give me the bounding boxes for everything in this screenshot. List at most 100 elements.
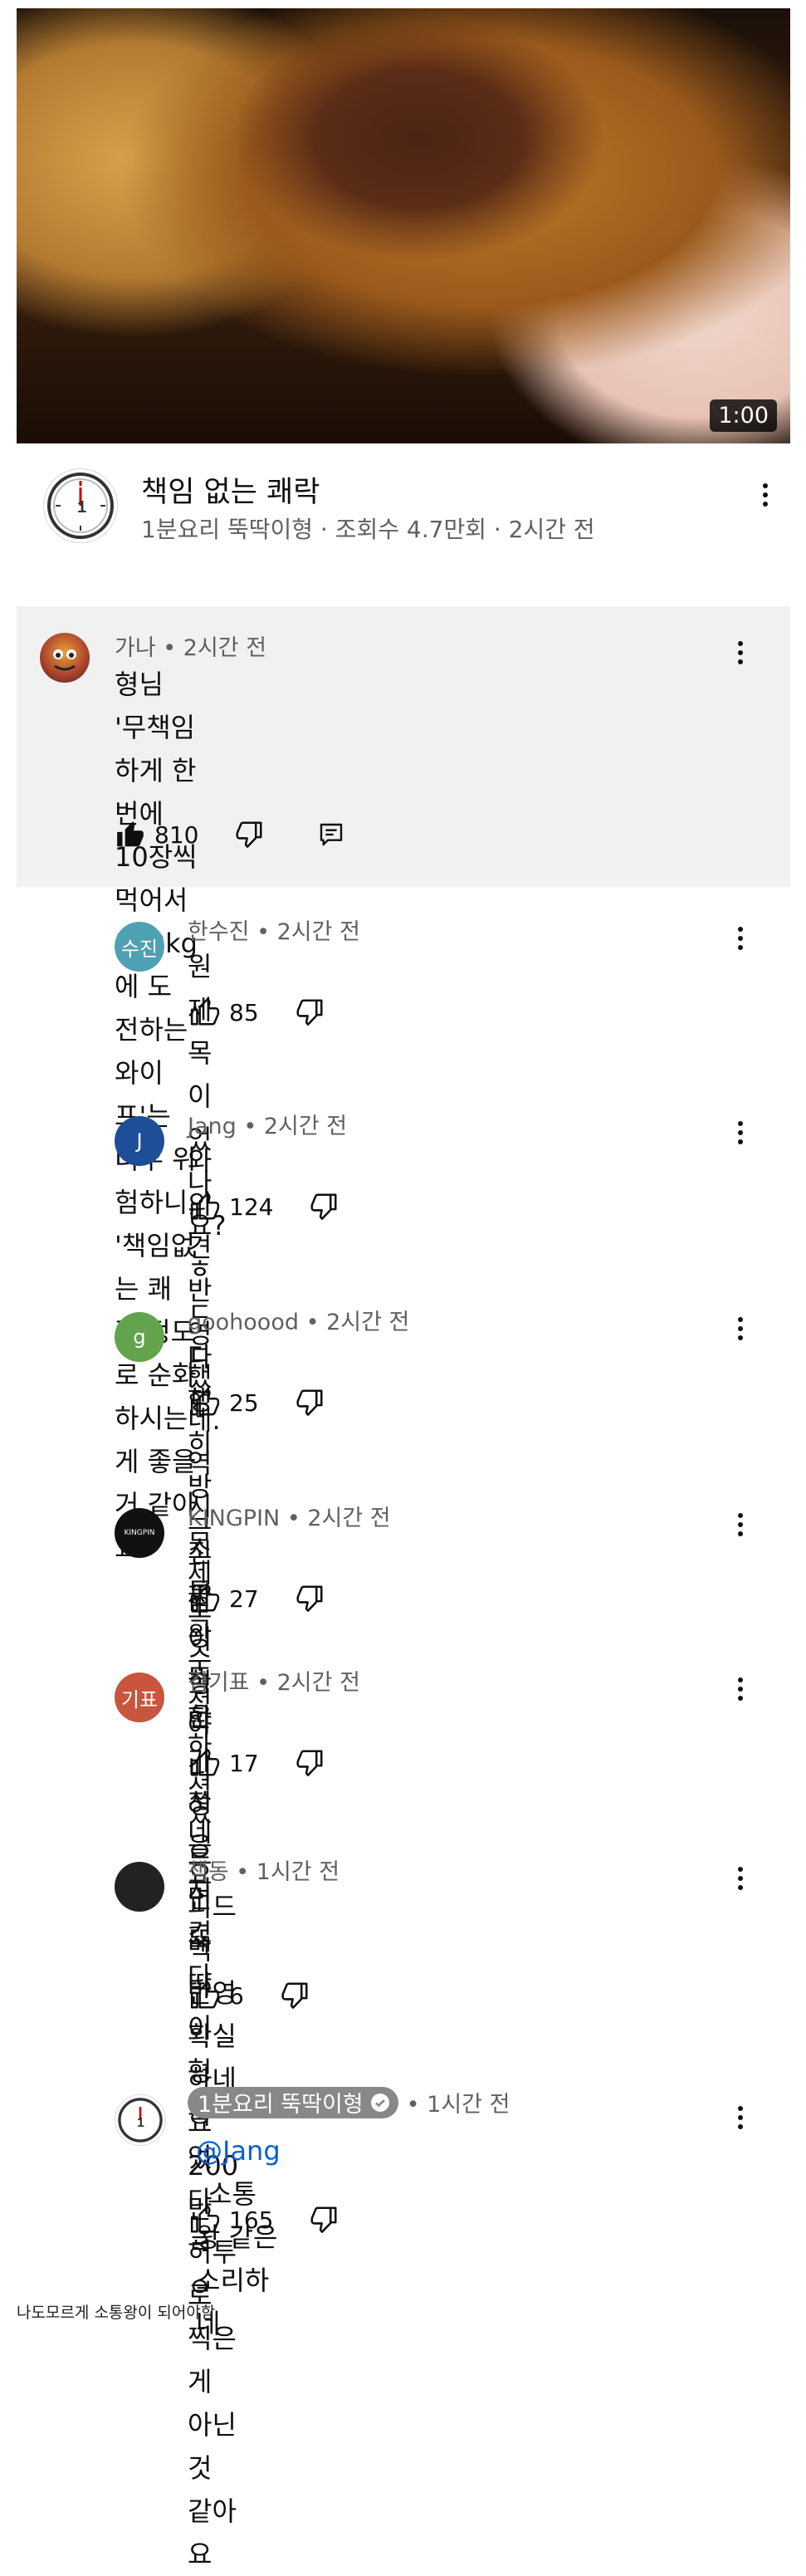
comment-more-button[interactable] — [724, 1116, 757, 1149]
like-button[interactable]: 85 — [189, 997, 259, 1028]
thumb-down-icon — [296, 1750, 323, 1776]
video-title[interactable]: 책임 없는 쾌락 — [141, 468, 320, 511]
comment-actions: 810 — [115, 819, 344, 850]
avatar-initials: KINGPIN — [124, 1529, 155, 1537]
dislike-button[interactable] — [294, 997, 325, 1028]
thumb-up-icon — [190, 1388, 220, 1416]
like-count: 165 — [229, 2206, 274, 2234]
comment-more-button[interactable] — [724, 1312, 757, 1345]
like-button[interactable]: 124 — [189, 1191, 273, 1222]
like-button[interactable]: 6 — [189, 1980, 244, 2011]
thumb-up-icon — [190, 1192, 220, 1220]
caption-text: 나도모르게 소통왕이 되어야함 — [17, 2304, 216, 2322]
commenter-avatar[interactable]: J — [115, 1116, 164, 1166]
comment-time: • 2시간 전 — [256, 1670, 360, 1696]
commenter-avatar[interactable]: g — [115, 1312, 164, 1362]
dislike-button[interactable] — [294, 1583, 325, 1614]
comment-author[interactable]: goohoood — [188, 1310, 299, 1335]
like-button[interactable]: 165 — [189, 2204, 273, 2236]
comment-author[interactable]: 책동 — [188, 1859, 229, 1885]
clock-icon: 1 — [47, 473, 114, 539]
comment-text: 형님 '무책임하게 한 번에 10장씩 먹어서 100kg에 도 전하는 와이프… — [115, 668, 198, 1564]
thumb-down-icon — [310, 1193, 337, 1220]
avatar-initials: J — [136, 1129, 143, 1153]
comment-actions: 6 — [189, 1980, 310, 2011]
video-more-button[interactable] — [749, 478, 782, 512]
avatar-initials: 기표 — [120, 1687, 159, 1712]
comment-time: • 2시간 전 — [305, 1310, 410, 1335]
like-count: 85 — [229, 998, 259, 1026]
like-count: 25 — [229, 1388, 259, 1417]
comment-time: • 2시간 전 — [286, 1506, 391, 1531]
comment-more-button[interactable] — [724, 636, 757, 669]
thumb-down-icon — [296, 999, 323, 1026]
video-thumbnail[interactable]: 1:00 — [17, 8, 790, 443]
dislike-button[interactable] — [308, 2204, 339, 2236]
comment-actions: 124 — [189, 1191, 339, 1222]
comment-author: 1분요리 뚝딱이형 — [198, 2092, 364, 2118]
comment-more-button[interactable] — [724, 2101, 757, 2134]
comment-actions: 165 — [189, 2204, 339, 2236]
character-avatar-icon — [53, 649, 76, 671]
reply-icon — [320, 823, 343, 846]
comment-author[interactable]: 가나 — [115, 635, 156, 661]
dislike-button[interactable] — [294, 1387, 325, 1418]
mention-link[interactable]: @Jang — [196, 2135, 281, 2167]
like-button[interactable]: 810 — [115, 819, 198, 850]
like-button[interactable]: 27 — [189, 1583, 259, 1614]
comment-more-button[interactable] — [724, 1508, 757, 1541]
comment-time: • 2시간 전 — [163, 635, 267, 661]
thumb-up-icon — [190, 1981, 220, 2009]
commenter-avatar[interactable]: 기표 — [115, 1672, 164, 1722]
dislike-button[interactable] — [308, 1191, 339, 1222]
svg-text:1: 1 — [77, 498, 86, 517]
verified-check-icon — [370, 2093, 389, 2112]
video-duration: 1:00 — [710, 399, 777, 432]
thumb-up-icon — [190, 2205, 220, 2233]
reply-button[interactable] — [318, 821, 344, 848]
like-count: 17 — [229, 1749, 259, 1777]
comment-author[interactable]: KINGPIN — [188, 1506, 280, 1531]
dislike-button[interactable] — [279, 1980, 310, 2011]
like-count: 6 — [229, 1981, 244, 2010]
comment-time: • 1시간 전 — [236, 1859, 340, 1885]
like-count: 810 — [154, 820, 199, 849]
clock-icon: 1 — [118, 2098, 163, 2143]
video-info: 1 책임 없는 쾌락 1분요리 뚝딱이형 · 조회수 4.7만회 · 2시간 전 — [17, 458, 790, 558]
avatar-initials: g — [133, 1325, 146, 1349]
commenter-avatar[interactable] — [115, 1862, 164, 1912]
comment-more-button[interactable] — [724, 1672, 757, 1706]
channel-avatar[interactable]: 1 — [43, 468, 118, 543]
like-button[interactable]: 17 — [189, 1747, 259, 1779]
comment-more-button[interactable] — [724, 922, 757, 955]
commenter-avatar[interactable]: KINGPIN — [115, 1508, 164, 1558]
comment-author[interactable]: Jang — [188, 1114, 237, 1139]
comment-author[interactable]: 김기표 — [188, 1670, 250, 1696]
thumb-down-icon — [236, 821, 262, 848]
comment-actions: 17 — [189, 1747, 325, 1779]
dislike-button[interactable] — [294, 1747, 325, 1779]
comment-time: • 1시간 전 — [406, 2092, 510, 2118]
like-count: 27 — [229, 1584, 259, 1613]
comment-author[interactable]: 한수진 — [188, 919, 250, 945]
thumb-down-icon — [281, 1982, 308, 2009]
thumb-down-icon — [296, 1389, 323, 1416]
thumb-up-icon — [190, 1584, 220, 1612]
commenter-avatar[interactable]: 1 — [115, 2094, 166, 2146]
dislike-button[interactable] — [233, 819, 265, 850]
thumb-up-icon — [190, 1748, 220, 1776]
thumb-down-icon — [310, 2206, 337, 2233]
commenter-avatar[interactable] — [40, 633, 90, 683]
comment-more-button[interactable] — [724, 1862, 757, 1895]
comment-actions: 25 — [189, 1387, 325, 1418]
svg-text:1: 1 — [137, 2116, 144, 2130]
commenter-avatar[interactable]: 수진 — [115, 922, 164, 972]
comment-time: • 2시간 전 — [256, 919, 360, 945]
like-count: 124 — [229, 1193, 274, 1221]
channel-owner-badge[interactable]: 1분요리 뚝딱이형 — [188, 2086, 398, 2118]
comment-actions: 85 — [189, 997, 325, 1028]
comment-time: • 2시간 전 — [243, 1114, 348, 1139]
thumb-up-icon — [117, 821, 144, 847]
like-button[interactable]: 25 — [189, 1387, 259, 1418]
thumb-up-icon — [190, 997, 220, 1026]
